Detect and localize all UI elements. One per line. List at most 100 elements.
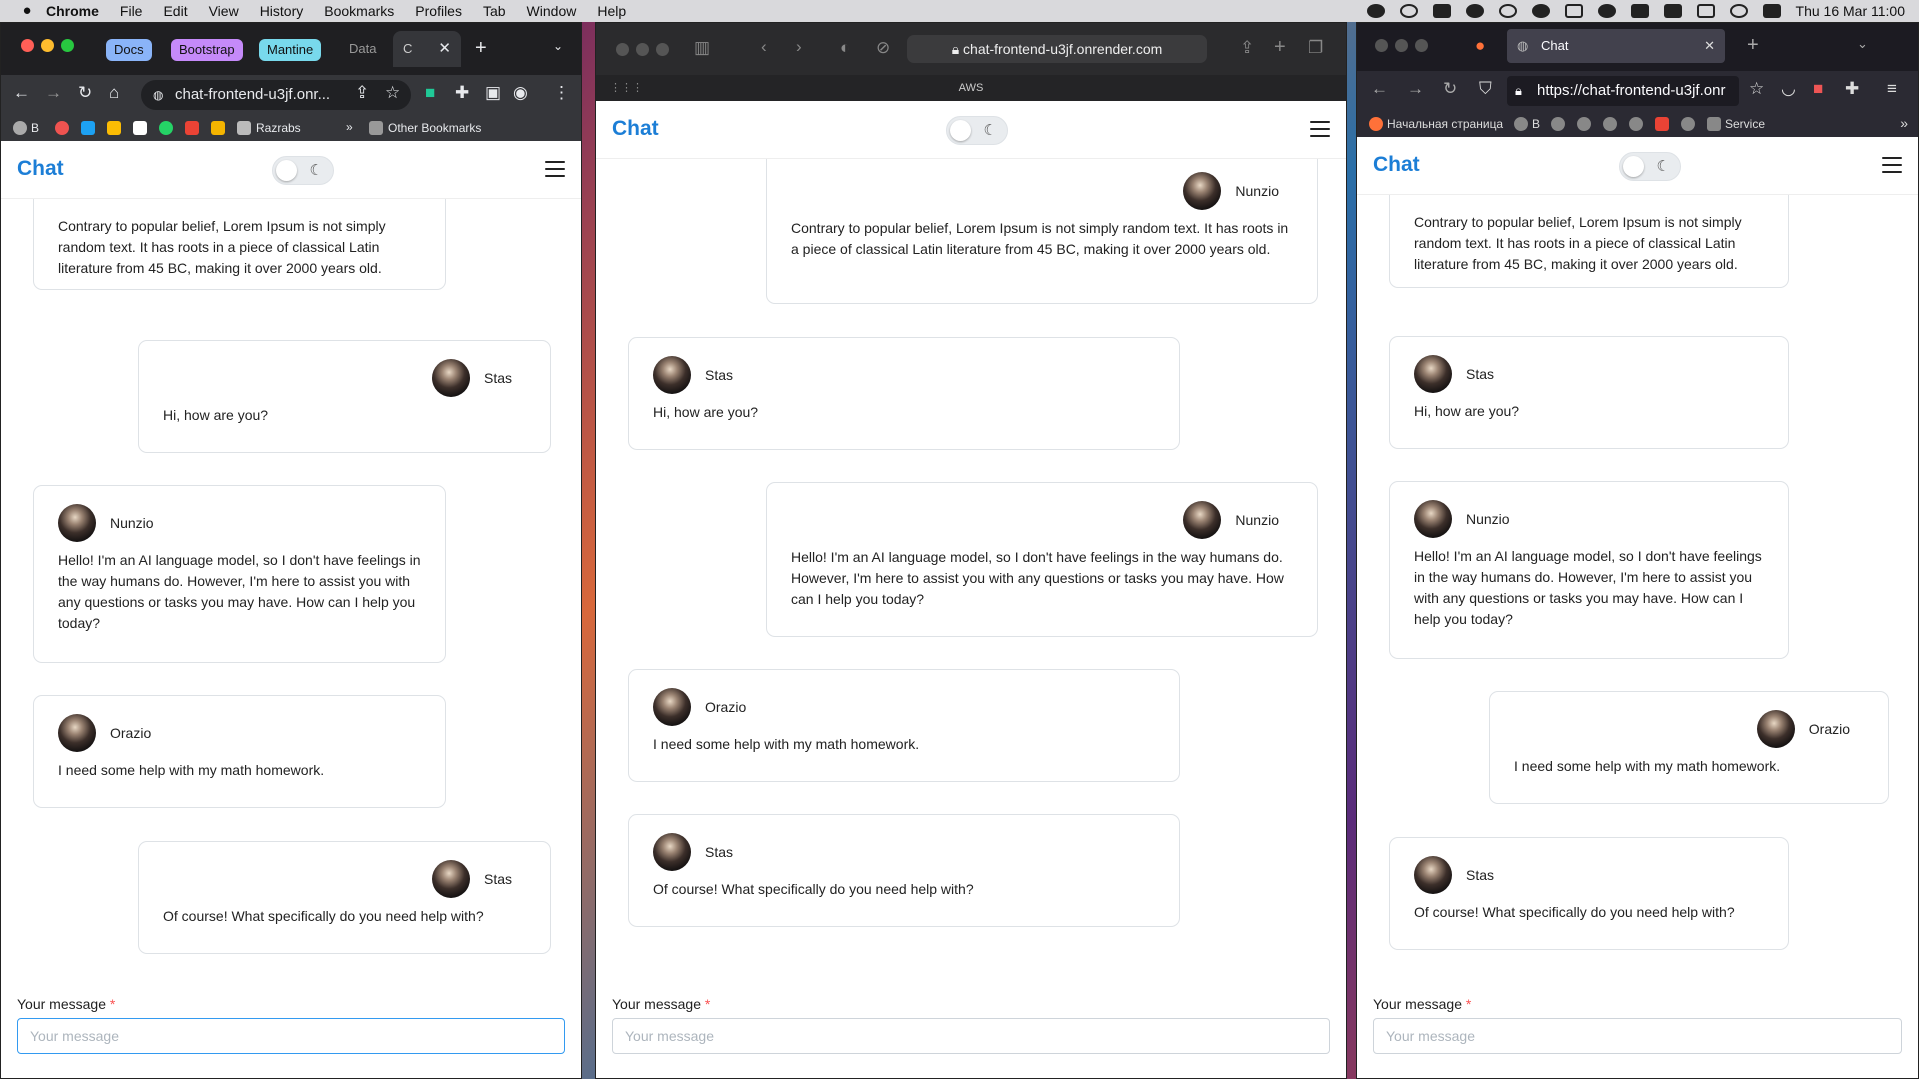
extension-icon[interactable]: ■: [1813, 79, 1823, 99]
volume-icon[interactable]: [1630, 4, 1649, 18]
bookmarks-overflow-icon[interactable]: »: [346, 120, 353, 134]
menu-edit[interactable]: Edit: [163, 3, 187, 19]
close-tab-icon[interactable]: ✕: [1704, 29, 1715, 63]
extension-icon[interactable]: ■: [425, 83, 435, 103]
play-icon[interactable]: [1597, 4, 1616, 18]
bookmark-razrabs[interactable]: Razrabs: [256, 121, 301, 135]
new-tab-icon[interactable]: +: [1274, 36, 1286, 59]
menu-window[interactable]: Window: [527, 3, 577, 19]
address-bar[interactable]: ◍ chat-frontend-u3jf.onr...: [141, 80, 411, 110]
app-logo[interactable]: Chat: [612, 117, 659, 141]
active-tab[interactable]: ◍ Chat ✕: [1507, 29, 1725, 63]
wifi-icon[interactable]: [1729, 4, 1748, 18]
bookmark-globe-icon[interactable]: [1681, 117, 1695, 131]
firefox-tab-icon[interactable]: ●: [1475, 36, 1485, 56]
menu-tab[interactable]: Tab: [483, 3, 506, 19]
bluetooth-icon[interactable]: [1564, 4, 1583, 18]
other-bookmarks[interactable]: Other Bookmarks: [388, 121, 481, 135]
clipboard-icon[interactable]: [1432, 4, 1451, 18]
message-list[interactable]: Contrary to popular belief, Lorem Ipsum …: [1357, 195, 1918, 978]
brightness-icon[interactable]: [1498, 4, 1517, 18]
profile-avatar-icon[interactable]: ◉: [513, 83, 528, 103]
sync-icon[interactable]: [1465, 4, 1484, 18]
home-icon[interactable]: ⌂: [109, 83, 119, 103]
share-icon[interactable]: ⇪: [1240, 38, 1254, 58]
bookmark-globe-icon[interactable]: [1629, 117, 1643, 131]
bookmark-globe-icon[interactable]: [13, 121, 27, 135]
active-tab[interactable]: C ✕: [393, 31, 461, 67]
reload-icon[interactable]: ↻: [1443, 79, 1457, 99]
message-input[interactable]: [17, 1018, 565, 1054]
bookmark-start-page[interactable]: Начальная страница: [1387, 117, 1503, 131]
close-tab-icon[interactable]: ✕: [438, 39, 451, 57]
menu-help[interactable]: Help: [597, 3, 626, 19]
back-icon[interactable]: ‹: [761, 37, 767, 57]
back-icon[interactable]: ←: [1371, 79, 1388, 99]
minimize-window-button[interactable]: [41, 39, 54, 52]
message-input[interactable]: [612, 1018, 1330, 1054]
menu-profiles[interactable]: Profiles: [415, 3, 462, 19]
new-tab-icon[interactable]: +: [1747, 34, 1759, 57]
control-center-icon[interactable]: [1762, 4, 1781, 18]
bookmark-gmail-icon[interactable]: [185, 121, 199, 135]
bookmark-amazon-icon[interactable]: [133, 121, 147, 135]
menu-view[interactable]: View: [209, 3, 239, 19]
tab-group-mantine[interactable]: Mantine: [259, 39, 322, 61]
input-source-icon[interactable]: [1663, 4, 1682, 18]
app-menu-icon[interactable]: ≡: [1887, 79, 1897, 99]
menu-history[interactable]: History: [260, 3, 304, 19]
bookmark-mail-icon[interactable]: [211, 121, 225, 135]
message-list[interactable]: Contrary to popular belief, Lorem Ipsum …: [1, 199, 581, 978]
tab-group-bootstrap[interactable]: Bootstrap: [171, 39, 243, 61]
dark-mode-toggle[interactable]: ☾: [272, 156, 334, 185]
address-bar[interactable]: 🔒︎ https://chat-frontend-u3jf.onr: [1507, 76, 1739, 106]
back-icon[interactable]: ←: [13, 83, 30, 103]
menubar-clock[interactable]: Thu 16 Mar 11:00: [1796, 3, 1905, 19]
message-input[interactable]: [1373, 1018, 1902, 1054]
minimize-window-button[interactable]: [1395, 39, 1408, 52]
list-tabs-icon[interactable]: ⌄: [1857, 36, 1868, 52]
dark-mode-toggle[interactable]: ☾: [1619, 152, 1681, 181]
app-logo[interactable]: Chat: [17, 157, 64, 181]
bookmark-service[interactable]: Service: [1725, 117, 1765, 131]
bookmark-star-icon[interactable]: ☆: [1749, 79, 1764, 99]
forward-icon[interactable]: →: [45, 83, 62, 103]
bookmark-gmail-icon[interactable]: [1655, 117, 1669, 131]
message-list[interactable]: Nunzio Contrary to popular belief, Lorem…: [596, 159, 1346, 978]
zoom-window-button[interactable]: [656, 43, 669, 56]
hamburger-menu-icon[interactable]: [545, 161, 565, 178]
sidebar-icon[interactable]: ▥: [694, 38, 710, 58]
forward-icon[interactable]: ›: [796, 37, 802, 57]
apple-menu-icon[interactable]: ●: [18, 3, 36, 19]
bookmarks-overflow-icon[interactable]: »: [1900, 115, 1908, 131]
close-window-button[interactable]: [21, 39, 34, 52]
tab-aws[interactable]: AWS: [959, 82, 984, 94]
cloud-icon[interactable]: [1399, 4, 1418, 18]
side-panel-icon[interactable]: ▣: [485, 83, 501, 103]
dark-mode-toggle[interactable]: ☾: [946, 116, 1008, 145]
extensions-puzzle-icon[interactable]: ✚: [455, 83, 469, 103]
bookmark-whatsapp-icon[interactable]: [159, 121, 173, 135]
tab-data[interactable]: Data: [349, 41, 376, 56]
share-icon[interactable]: ⇪: [355, 83, 369, 103]
status-app-icon[interactable]: [1366, 4, 1385, 18]
bookmark-globe-icon[interactable]: [1603, 117, 1617, 131]
menu-bookmarks[interactable]: Bookmarks: [324, 3, 394, 19]
bookmark-star-icon[interactable]: ☆: [385, 83, 400, 103]
bookmark-globe-icon[interactable]: [1551, 117, 1565, 131]
extensions-icon[interactable]: ✚: [1845, 79, 1859, 99]
zoom-window-button[interactable]: [1415, 39, 1428, 52]
address-bar[interactable]: 🔒︎ chat-frontend-u3jf.onrender.com: [907, 35, 1207, 63]
tab-overview-icon[interactable]: ❐: [1308, 38, 1323, 58]
bookmark-b[interactable]: B: [31, 121, 39, 135]
close-window-button[interactable]: [616, 43, 629, 56]
battery-icon[interactable]: [1696, 4, 1715, 18]
extension-icon[interactable]: ⊘: [876, 38, 890, 58]
vpn-icon[interactable]: [1531, 4, 1550, 18]
tab-search-chevron-icon[interactable]: ⌄: [553, 39, 563, 53]
hamburger-menu-icon[interactable]: [1882, 157, 1902, 174]
site-info-icon[interactable]: ◍: [153, 80, 163, 110]
forward-icon[interactable]: →: [1407, 79, 1424, 99]
chrome-menu-icon[interactable]: ⋮: [553, 83, 570, 103]
menu-chrome[interactable]: Chrome: [46, 3, 99, 19]
